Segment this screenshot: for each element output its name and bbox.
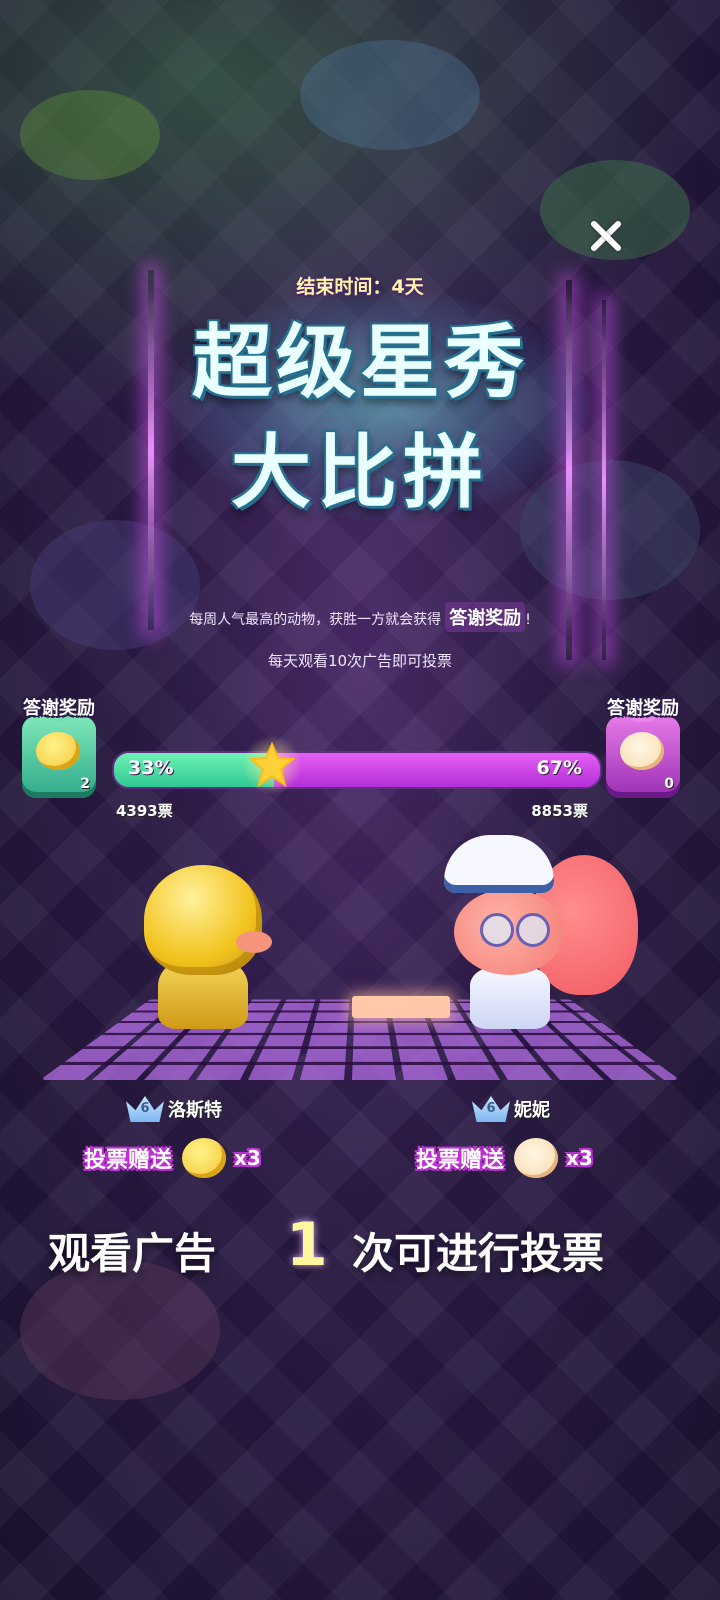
contestant-left-name-row: 6 洛斯特 [126,1093,222,1125]
contestant-right-name: 妮妮 [514,1100,550,1121]
event-title-line1: 超级星秀 [192,316,528,409]
vote-gift-multiplier: x3 [234,1146,261,1170]
reward-label: 答谢奖励 [607,698,679,719]
event-title-line2: 大比拼 [231,426,489,519]
contestant-right-name-row: 6 妮妮 [472,1093,550,1125]
cta-count: 1 [286,1210,328,1280]
close-icon[interactable] [588,218,622,252]
duck-beak [236,931,272,953]
vote-gift-left[interactable]: 投票赠送 x3 [84,1135,261,1181]
level-number: 6 [486,1101,496,1116]
reward-label: 答谢奖励 [23,698,95,719]
description-suffix: ! [525,612,531,628]
sailor-hat-icon [444,835,554,893]
contestant-left-character[interactable] [140,865,272,1035]
glasses-icon [480,913,550,947]
event-description: 每周人气最高的动物，获胜一方就会获得 答谢奖励! [0,602,720,632]
left-percent: 33% [128,757,174,779]
vote-progress-bar: 33% 67% [112,751,602,789]
duck-hood [144,865,262,975]
star-icon [242,735,302,795]
vote-gift-label: 投票赠送 [416,1148,505,1173]
contestant-left-name: 洛斯特 [168,1100,222,1121]
reward-count: 0 [664,776,674,792]
gift-box-icon: 2 [22,700,96,798]
contestant-right-character[interactable] [440,835,640,1035]
right-votes: 8853票 [531,802,588,820]
reward-right[interactable]: 0 答谢奖励 [598,694,688,804]
watch-ad-prompt[interactable]: 观看广告 1 次可进行投票 [0,1210,720,1282]
vote-gift-multiplier: x3 [566,1146,593,1170]
cta-suffix: 次可进行投票 [352,1229,605,1278]
glowing-tile [352,996,450,1018]
level-crown-icon: 6 [472,1094,510,1124]
level-crown-icon: 6 [126,1094,164,1124]
bush-decoration [20,90,160,180]
chick-icon [182,1138,227,1178]
right-percent: 67% [536,757,582,779]
gift-box-icon: 0 [606,700,680,798]
vote-gift-label: 投票赠送 [84,1148,173,1173]
tree-decoration [300,40,480,150]
description-highlight: 答谢奖励 [445,602,526,632]
hamster-icon [620,732,664,770]
hamster-icon [514,1138,559,1178]
reward-count: 2 [80,776,90,792]
reward-left[interactable]: 2 答谢奖励 [14,694,104,804]
left-votes: 4393票 [116,802,173,820]
cta-prefix: 观看广告 [48,1229,217,1278]
vote-rule: 每天观看10次广告即可投票 [267,652,453,670]
squirrel-body [470,967,550,1029]
description-text: 每周人气最高的动物，获胜一方就会获得 [189,612,442,628]
level-number: 6 [140,1101,150,1116]
vote-gift-right[interactable]: 投票赠送 x3 [416,1135,593,1181]
chick-icon [36,732,80,770]
